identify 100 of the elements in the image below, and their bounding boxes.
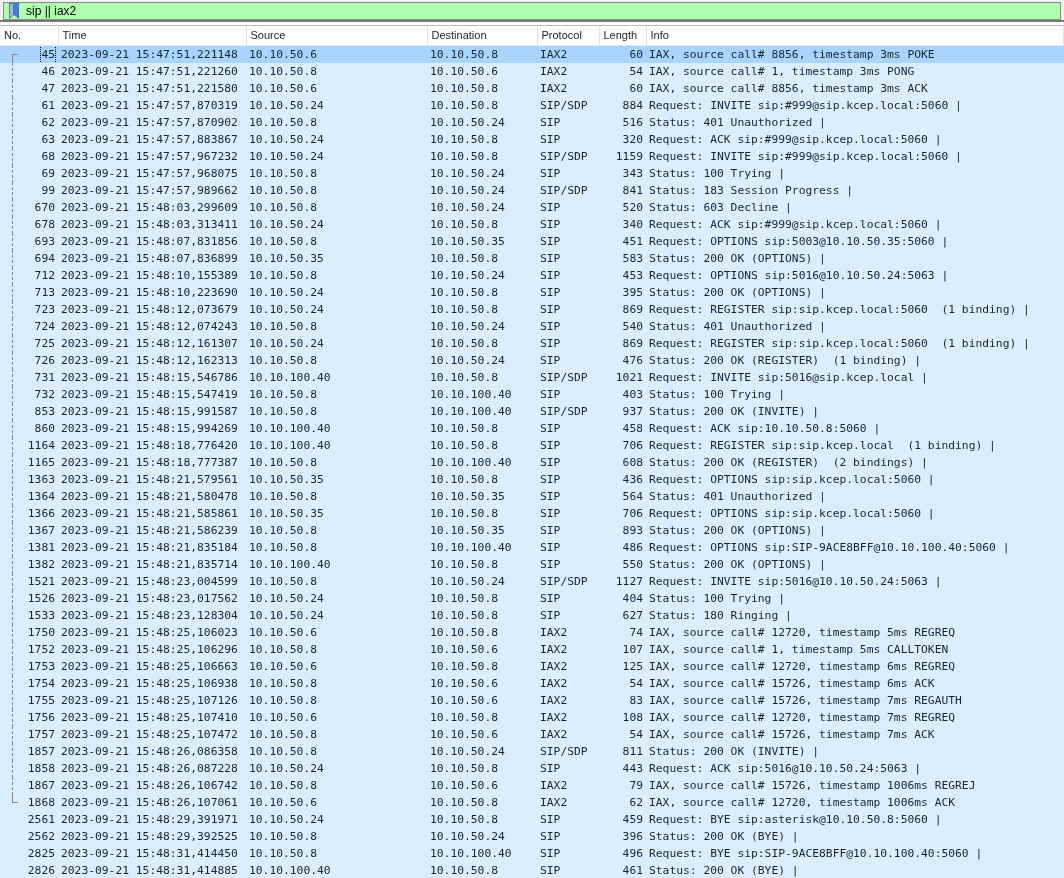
packet-row[interactable]: 1867 2023-09-21 15:48:26,106742 10.10.50.8 10.10.50.6 IAX2 79 IAX, source call# 15726, timestamp 1006ms REGREJ — [0, 776, 1064, 794]
packet-number: 723 — [34, 301, 55, 318]
packet-row[interactable]: 1364 2023-09-21 15:48:21,580478 10.10.50.8 10.10.50.35 SIP 564 Status: 401 Unauthorized | — [0, 487, 1064, 505]
bookmark-icon[interactable] — [8, 3, 20, 19]
packet-number: 1521 — [27, 573, 55, 590]
packet-number: 47 — [41, 80, 55, 97]
packet-number: 1533 — [27, 607, 55, 624]
packet-number: 2825 — [27, 845, 55, 862]
packet-row[interactable]: 1521 2023-09-21 15:48:23,004599 10.10.50.8 10.10.50.24 SIP/SDP 1127 Request: INVITE sip:5016@10.10.50.24:5063 | — [0, 572, 1064, 590]
packet-row[interactable]: 1381 2023-09-21 15:48:21,835184 10.10.50.8 10.10.100.40 SIP 486 Request: OPTIONS sip:SIP-9ACE8BFF@10.10.100.40:5060 | — [0, 538, 1064, 556]
packet-row[interactable]: 63 2023-09-21 15:47:57,883867 10.10.50.24 10.10.50.8 SIP 320 Request: ACK sip:#999@sip.kcep.local:5060 | — [0, 130, 1064, 148]
packet-row[interactable]: 62 2023-09-21 15:47:57,870902 10.10.50.8 10.10.50.24 SIP 516 Status: 401 Unauthorized | — [0, 113, 1064, 131]
packet-row[interactable]: 1857 2023-09-21 15:48:26,086358 10.10.50.8 10.10.50.24 SIP/SDP 811 Status: 200 OK (INVITE) | — [0, 742, 1064, 760]
packet-number: 1858 — [27, 760, 55, 777]
packet-row[interactable]: 2826 2023-09-21 15:48:31,414885 10.10.100.40 10.10.50.8 SIP 461 Status: 200 OK (BYE) | — [0, 861, 1064, 878]
packet-number: 63 — [41, 131, 55, 148]
packet-number: 1382 — [27, 556, 55, 573]
packet-row[interactable]: 99 2023-09-21 15:47:57,989662 10.10.50.8 10.10.50.24 SIP/SDP 841 Status: 183 Session Progress | — [0, 181, 1064, 199]
packet-number: 1367 — [27, 522, 55, 539]
packet-row[interactable]: 853 2023-09-21 15:48:15,991587 10.10.50.8 10.10.100.40 SIP/SDP 937 Status: 200 OK (INVITE) | — [0, 402, 1064, 420]
packet-number: 1363 — [27, 471, 55, 488]
packet-number: 860 — [34, 420, 55, 437]
packet-row[interactable]: 731 2023-09-21 15:48:15,546786 10.10.100.40 10.10.50.8 SIP/SDP 1021 Request: INVITE sip:5016@sip.kcep.local | — [0, 368, 1064, 386]
packet-number: 1755 — [27, 692, 55, 709]
packet-row[interactable]: 1533 2023-09-21 15:48:23,128304 10.10.50.24 10.10.50.8 SIP 627 Status: 180 Ringing | — [0, 606, 1064, 624]
packet-row[interactable]: 1526 2023-09-21 15:48:23,017562 10.10.50.24 10.10.50.8 SIP 404 Status: 100 Trying | — [0, 589, 1064, 607]
packet-number: 68 — [41, 148, 55, 165]
packet-number: 724 — [34, 318, 55, 335]
packet-number: 1366 — [27, 505, 55, 522]
packet-number: 1857 — [27, 743, 55, 760]
packet-row[interactable]: 46 2023-09-21 15:47:51,221260 10.10.50.8 10.10.50.6 IAX2 54 IAX, source call# 1, timestamp 3ms PONG — [0, 62, 1064, 80]
packet-row[interactable]: 61 2023-09-21 15:47:57,870319 10.10.50.24 10.10.50.8 SIP/SDP 884 Request: INVITE sip:#999@sip.kcep.local:5060 | — [0, 96, 1064, 114]
packet-row[interactable]: 732 2023-09-21 15:48:15,547419 10.10.50.8 10.10.100.40 SIP 403 Status: 100 Trying | — [0, 385, 1064, 403]
column-header[interactable]: Protocol — [537, 26, 599, 45]
packet-row[interactable]: 1164 2023-09-21 15:48:18,776420 10.10.100.40 10.10.50.8 SIP 706 Request: REGISTER sip:sip.kcep.local (1 binding) | — [0, 436, 1064, 454]
packet-number: 853 — [34, 403, 55, 420]
packet-number: 2562 — [27, 828, 55, 845]
packet-row[interactable]: 1382 2023-09-21 15:48:21,835714 10.10.100.40 10.10.50.8 SIP 550 Status: 200 OK (OPTIONS) | — [0, 555, 1064, 573]
packet-row[interactable]: 1868 2023-09-21 15:48:26,107061 10.10.50.6 10.10.50.8 IAX2 62 IAX, source call# 12720, timestamp 1006ms ACK — [0, 793, 1064, 811]
packet-row[interactable]: 47 2023-09-21 15:47:51,221580 10.10.50.6 10.10.50.8 IAX2 60 IAX, source call# 8856, timestamp 3ms ACK — [0, 79, 1064, 97]
packet-number: 713 — [34, 284, 55, 301]
packet-number: 693 — [34, 233, 55, 250]
packet-number: 46 — [41, 63, 55, 80]
packet-number: 1753 — [27, 658, 55, 675]
packet-number: 2561 — [27, 811, 55, 828]
column-header[interactable]: Length — [599, 26, 646, 45]
packet-number: 712 — [34, 267, 55, 284]
packet-row[interactable]: 713 2023-09-21 15:48:10,223690 10.10.50.24 10.10.50.8 SIP 395 Status: 200 OK (OPTIONS) | — [0, 283, 1064, 301]
packet-row[interactable]: 1754 2023-09-21 15:48:25,106938 10.10.50.8 10.10.50.6 IAX2 54 IAX, source call# 15726, timestamp 6ms ACK — [0, 674, 1064, 692]
packet-row[interactable]: 1752 2023-09-21 15:48:25,106296 10.10.50.8 10.10.50.6 IAX2 107 IAX, source call# 1, timestamp 5ms CALLTOKEN — [0, 640, 1064, 658]
packet-row[interactable]: 1165 2023-09-21 15:48:18,777387 10.10.50.8 10.10.100.40 SIP 608 Status: 200 OK (REGISTER) (2 bindings) | — [0, 453, 1064, 471]
packet-row[interactable]: 712 2023-09-21 15:48:10,155389 10.10.50.8 10.10.50.24 SIP 453 Request: OPTIONS sip:5016@10.10.50.24:5063 | — [0, 266, 1064, 284]
packet-number: 2826 — [27, 862, 55, 878]
packet-number: 670 — [34, 199, 55, 216]
packet-row[interactable]: 694 2023-09-21 15:48:07,836899 10.10.50.35 10.10.50.8 SIP 583 Status: 200 OK (OPTIONS) | — [0, 249, 1064, 267]
packet-row[interactable]: 1755 2023-09-21 15:48:25,107126 10.10.50.8 10.10.50.6 IAX2 83 IAX, source call# 15726, timestamp 7ms REGAUTH — [0, 691, 1064, 709]
column-header[interactable]: Source — [246, 26, 427, 45]
packet-row[interactable]: 1367 2023-09-21 15:48:21,586239 10.10.50.8 10.10.50.35 SIP 893 Status: 200 OK (OPTIONS) | — [0, 521, 1064, 539]
packet-row[interactable]: 2562 2023-09-21 15:48:29,392525 10.10.50.8 10.10.50.24 SIP 396 Status: 200 OK (BYE) | — [0, 827, 1064, 845]
packet-row[interactable]: 1753 2023-09-21 15:48:25,106663 10.10.50.6 10.10.50.8 IAX2 125 IAX, source call# 12720, timestamp 6ms REGREQ — [0, 657, 1064, 675]
packet-row[interactable]: 2825 2023-09-21 15:48:31,414450 10.10.50.8 10.10.100.40 SIP 496 Request: BYE sip:SIP-9ACE8BFF@10.10.100.40:5060 | — [0, 844, 1064, 862]
packet-number: 62 — [41, 114, 55, 131]
packet-number: 1867 — [27, 777, 55, 794]
packet-row[interactable]: 1750 2023-09-21 15:48:25,106023 10.10.50.6 10.10.50.8 IAX2 74 IAX, source call# 12720, timestamp 5ms REGREQ — [0, 623, 1064, 641]
column-header[interactable]: Destination — [427, 26, 537, 45]
packet-row[interactable]: 860 2023-09-21 15:48:15,994269 10.10.100.40 10.10.50.8 SIP 458 Request: ACK sip:10.10.50.8:5060 | — [0, 419, 1064, 437]
packet-number: 1164 — [27, 437, 55, 454]
packet-row[interactable]: 693 2023-09-21 15:48:07,831856 10.10.50.8 10.10.50.35 SIP 451 Request: OPTIONS sip:5003@10.10.50.35:5060 | — [0, 232, 1064, 250]
packet-number: 1752 — [27, 641, 55, 658]
packet-row[interactable]: 725 2023-09-21 15:48:12,161307 10.10.50.24 10.10.50.8 SIP 869 Request: REGISTER sip:sip.kcep.local:5060 (1 binding) | — [0, 334, 1064, 352]
packet-row[interactable]: 726 2023-09-21 15:48:12,162313 10.10.50.8 10.10.50.24 SIP 476 Status: 200 OK (REGISTER) (1 binding) | — [0, 351, 1064, 369]
packet-number: 1868 — [27, 794, 55, 811]
column-header[interactable]: Time — [58, 26, 246, 45]
packet-number: 1757 — [27, 726, 55, 743]
packet-row[interactable]: 670 2023-09-21 15:48:03,299609 10.10.50.8 10.10.50.24 SIP 520 Status: 603 Decline | — [0, 198, 1064, 216]
packet-number: 694 — [34, 250, 55, 267]
column-header[interactable]: No. — [0, 26, 58, 45]
packet-row[interactable]: 1756 2023-09-21 15:48:25,107410 10.10.50.6 10.10.50.8 IAX2 108 IAX, source call# 12720, timestamp 7ms REGREQ — [0, 708, 1064, 726]
packet-number: 99 — [41, 182, 55, 199]
packet-number: 45 — [41, 45, 55, 63]
packet-row[interactable]: 723 2023-09-21 15:48:12,073679 10.10.50.24 10.10.50.8 SIP 869 Request: REGISTER sip:sip.kcep.local:5060 (1 binding) | — [0, 300, 1064, 318]
packet-row[interactable]: 45 2023-09-21 15:47:51,221148 10.10.50.6 10.10.50.8 IAX2 60 IAX, source call# 8856, timestamp 3ms POKE — [0, 45, 1064, 63]
packet-row[interactable]: 1757 2023-09-21 15:48:25,107472 10.10.50.8 10.10.50.6 IAX2 54 IAX, source call# 15726, timestamp 7ms ACK — [0, 725, 1064, 743]
packet-row[interactable]: 724 2023-09-21 15:48:12,074243 10.10.50.8 10.10.50.24 SIP 540 Status: 401 Unauthorized | — [0, 317, 1064, 335]
packet-row[interactable]: 69 2023-09-21 15:47:57,968075 10.10.50.8 10.10.50.24 SIP 343 Status: 100 Trying | — [0, 164, 1064, 182]
packet-row[interactable]: 2561 2023-09-21 15:48:29,391971 10.10.50.24 10.10.50.8 SIP 459 Request: BYE sip:asterisk@10.10.50.8:5060 | — [0, 810, 1064, 828]
packet-number: 69 — [41, 165, 55, 182]
packet-row[interactable]: 1858 2023-09-21 15:48:26,087228 10.10.50.24 10.10.50.8 SIP 443 Request: ACK sip:5016@10.10.50.24:5063 | — [0, 759, 1064, 777]
column-header[interactable]: Info — [646, 26, 1064, 45]
packet-row[interactable]: 1366 2023-09-21 15:48:21,585861 10.10.50.35 10.10.50.8 SIP 706 Request: OPTIONS sip:sip.kcep.local:5060 | — [0, 504, 1064, 522]
packet-row[interactable]: 1363 2023-09-21 15:48:21,579561 10.10.50.35 10.10.50.8 SIP 436 Request: OPTIONS sip:sip.kcep.local:5060 | — [0, 470, 1064, 488]
packet-number: 1526 — [27, 590, 55, 607]
packet-number: 731 — [34, 369, 55, 386]
packet-number: 61 — [41, 97, 55, 114]
packet-number: 1754 — [27, 675, 55, 692]
packet-number: 1381 — [27, 539, 55, 556]
packet-number: 1364 — [27, 488, 55, 505]
packet-row[interactable]: 678 2023-09-21 15:48:03,313411 10.10.50.24 10.10.50.8 SIP 340 Request: ACK sip:#999@sip.kcep.local:5060 | — [0, 215, 1064, 233]
packet-number: 1750 — [27, 624, 55, 641]
packet-row[interactable]: 68 2023-09-21 15:47:57,967232 10.10.50.24 10.10.50.8 SIP/SDP 1159 Request: INVITE sip:#999@sip.kcep.local:5060 | — [0, 147, 1064, 165]
